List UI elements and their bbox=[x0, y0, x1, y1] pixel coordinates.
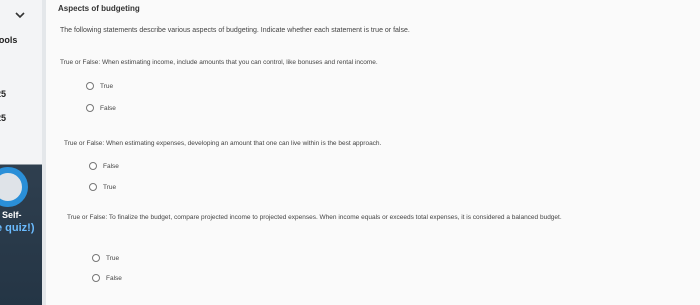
radio-button-icon[interactable] bbox=[92, 254, 100, 262]
option-label: True bbox=[100, 82, 114, 90]
sidebar-tools-label[interactable]: Tools bbox=[0, 35, 17, 45]
radio-button-icon[interactable] bbox=[89, 162, 97, 170]
sidebar-item-1[interactable]: 25 bbox=[0, 89, 6, 99]
chevron-down-icon[interactable] bbox=[14, 10, 26, 20]
sidebar-quiz-link[interactable]: e quiz!) bbox=[0, 222, 35, 234]
question-2-text: True or False: When estimating expenses,… bbox=[64, 140, 382, 147]
option-label: True bbox=[103, 183, 117, 191]
question-1-option-true[interactable]: True bbox=[86, 82, 113, 90]
sidebar-self-label: Self- bbox=[2, 210, 22, 220]
radio-button-icon[interactable] bbox=[89, 183, 97, 191]
sidebar-item-2[interactable]: 25 bbox=[0, 113, 6, 123]
radio-button-icon[interactable] bbox=[86, 104, 94, 112]
sidebar: Tools 25 25 Self- e quiz!) bbox=[0, 0, 42, 305]
option-label: False bbox=[106, 274, 122, 282]
radio-button-icon[interactable] bbox=[92, 274, 100, 282]
radio-button-icon[interactable] bbox=[86, 82, 94, 90]
option-label: True bbox=[106, 254, 120, 262]
question-3-option-true[interactable]: True bbox=[92, 254, 119, 262]
progress-ring-icon bbox=[0, 167, 28, 207]
instructions-text: The following statements describe variou… bbox=[60, 27, 410, 34]
question-2-option-false[interactable]: False bbox=[89, 162, 119, 170]
option-label: False bbox=[103, 162, 119, 170]
page-title: Aspects of budgeting bbox=[58, 4, 140, 13]
question-1-option-false[interactable]: False bbox=[86, 104, 116, 112]
question-3-option-false[interactable]: False bbox=[92, 274, 122, 282]
question-1-text: True or False: When estimating income, i… bbox=[60, 59, 378, 66]
option-label: False bbox=[100, 104, 116, 112]
question-2-option-true[interactable]: True bbox=[89, 183, 116, 191]
question-3-text: True or False: To finalize the budget, c… bbox=[67, 214, 562, 221]
question-panel: Aspects of budgeting The following state… bbox=[46, 0, 700, 305]
